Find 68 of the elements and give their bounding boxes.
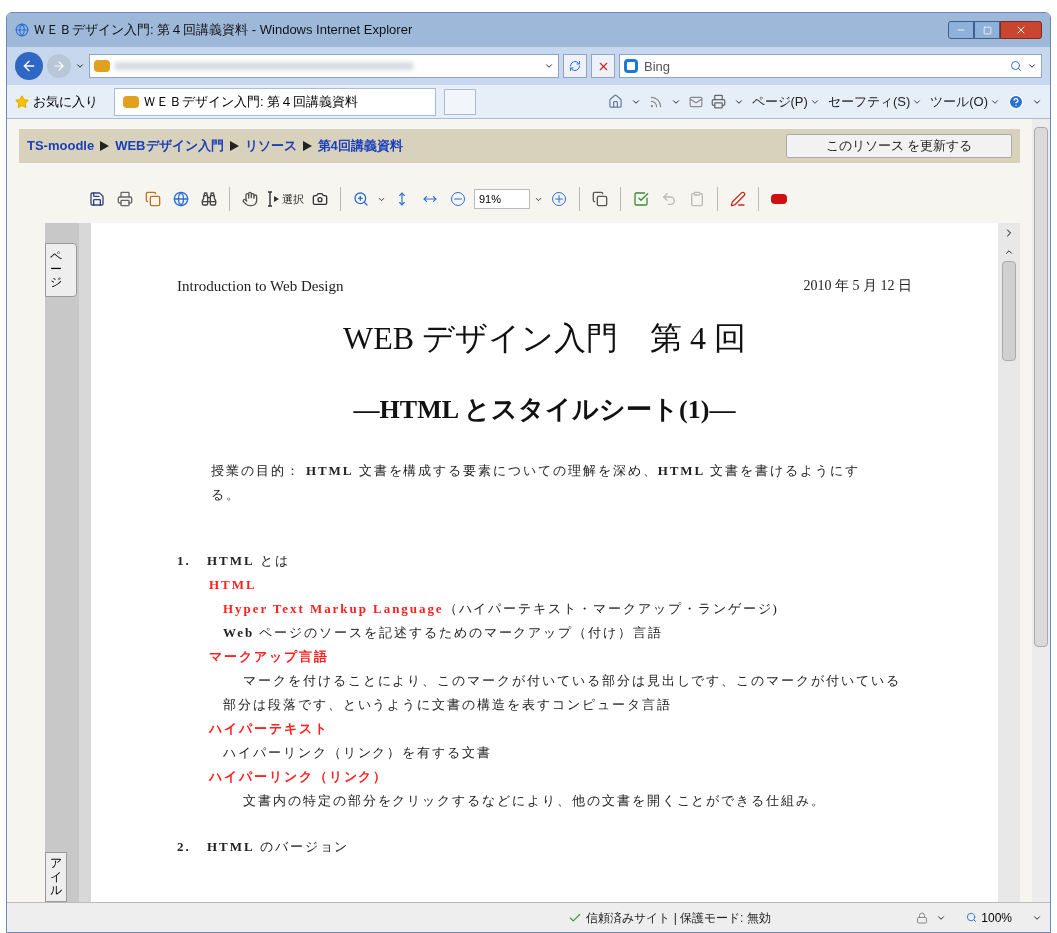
description-text: Web ページのソースを記述するためのマークアップ（付け）言語: [222, 623, 664, 642]
stop-button[interactable]: [591, 54, 615, 78]
protected-mode-icon[interactable]: [916, 911, 929, 924]
breadcrumb-link[interactable]: 第4回講義資料: [317, 136, 403, 156]
scrollbar-thumb[interactable]: [1002, 261, 1016, 361]
command-menu[interactable]: ツール(O): [930, 91, 1000, 112]
term-text: ハイパーテキスト: [207, 719, 329, 738]
breadcrumb-link[interactable]: WEBデザイン入門: [115, 136, 224, 156]
search-field[interactable]: Bing: [619, 54, 1042, 78]
document-title: WEB デザイン入門 第 4 回: [341, 318, 748, 358]
feed-icon[interactable]: [648, 94, 663, 109]
term-text: ハイパーリンク（リンク）: [207, 767, 389, 786]
refresh-button[interactable]: [563, 54, 587, 78]
star-icon: [15, 94, 29, 109]
browser-logo-icon: [15, 23, 29, 37]
search-icon[interactable]: [1010, 60, 1022, 72]
scroll-up-icon[interactable]: [1004, 247, 1014, 257]
magnifier-icon: [966, 912, 978, 923]
select-tool-button[interactable]: 選択: [266, 190, 304, 208]
address-field[interactable]: [89, 54, 559, 78]
term-text: Hyper Text Markup Language: [223, 599, 444, 618]
close-icon: [1015, 24, 1027, 36]
date-text: 2010 年 5 月 12 日: [803, 277, 912, 295]
home-icon[interactable]: [607, 94, 623, 109]
section-heading: HTML とは: [207, 551, 290, 570]
breadcrumb-link[interactable]: TS-moodle: [27, 136, 95, 156]
help-icon[interactable]: [1008, 93, 1024, 110]
mail-icon[interactable]: [688, 94, 703, 109]
security-zone: 信頼済みサイト | 保護モード: 無効: [568, 908, 909, 927]
forward-arrow-icon: [52, 59, 66, 73]
description-text: 文書内の特定の部分をクリックするなどにより、他の文書を開くことができる仕組み。: [242, 791, 828, 810]
maximize-icon: [982, 25, 992, 35]
side-tab[interactable]: アイル: [45, 852, 67, 902]
section-number: 2.: [177, 837, 192, 856]
term-reading: （ハイパーテキスト・マークアップ・ランゲージ): [443, 599, 779, 618]
breadcrumb-link[interactable]: リソース: [244, 136, 297, 156]
maximize-button[interactable]: [974, 21, 1000, 39]
purpose-text: 授業の目的： HTML 文書を構成する要素についての理解を深め、HTML 文書を書けるようにする。: [210, 461, 861, 504]
header-text: Introduction to Web Design: [177, 277, 344, 296]
term-text: マークアップ言語: [208, 647, 329, 666]
command-menu[interactable]: ページ(P): [751, 91, 820, 112]
minimize-button[interactable]: [948, 21, 974, 39]
window-title: ＷＥＢデザイン入門: 第４回講義資料 - Windows Internet Explorer: [33, 21, 413, 40]
browser-tab[interactable]: ＷＥＢデザイン入門: 第４回講義資料: [114, 87, 436, 116]
description-text: ハイパーリンク（リンク）を有する文書: [222, 743, 494, 762]
document-subtitle: —HTML とスタイルシート(1)—: [352, 393, 737, 426]
description-text: マークを付けることにより、このマークが付いている部分は見出しです、このマークが付いている部分は段落です、というように文書の構造を表すコンピュータ言語: [222, 671, 902, 714]
favorites-button[interactable]: お気に入り: [15, 91, 98, 112]
refresh-icon: [569, 60, 581, 72]
command-menu[interactable]: セーフティ(S): [827, 91, 923, 112]
print-icon[interactable]: [710, 94, 726, 109]
address-dropdown-icon[interactable]: [544, 61, 554, 71]
search-dropdown-icon[interactable]: [1027, 61, 1037, 71]
section-heading: HTML のバージョン: [207, 837, 350, 856]
zoom-level-button[interactable]: 100%: [966, 908, 1012, 927]
close-button[interactable]: [1000, 21, 1042, 39]
breadcrumb-separator-icon: [229, 141, 239, 151]
scrollbar-thumb[interactable]: [1034, 127, 1048, 647]
breadcrumb-separator-icon: [302, 141, 312, 151]
breadcrumb-separator-icon: [100, 141, 110, 151]
update-resource-button[interactable]: このリソース を更新する: [786, 134, 1012, 158]
zoom-field[interactable]: 91%: [474, 189, 530, 209]
term-text: HTML: [208, 575, 257, 594]
section-number: 1.: [177, 551, 192, 570]
side-tab[interactable]: ページ: [45, 243, 77, 297]
back-button[interactable]: [15, 52, 43, 80]
history-dropdown-icon[interactable]: [75, 61, 85, 71]
text-cursor-icon: [266, 191, 280, 207]
